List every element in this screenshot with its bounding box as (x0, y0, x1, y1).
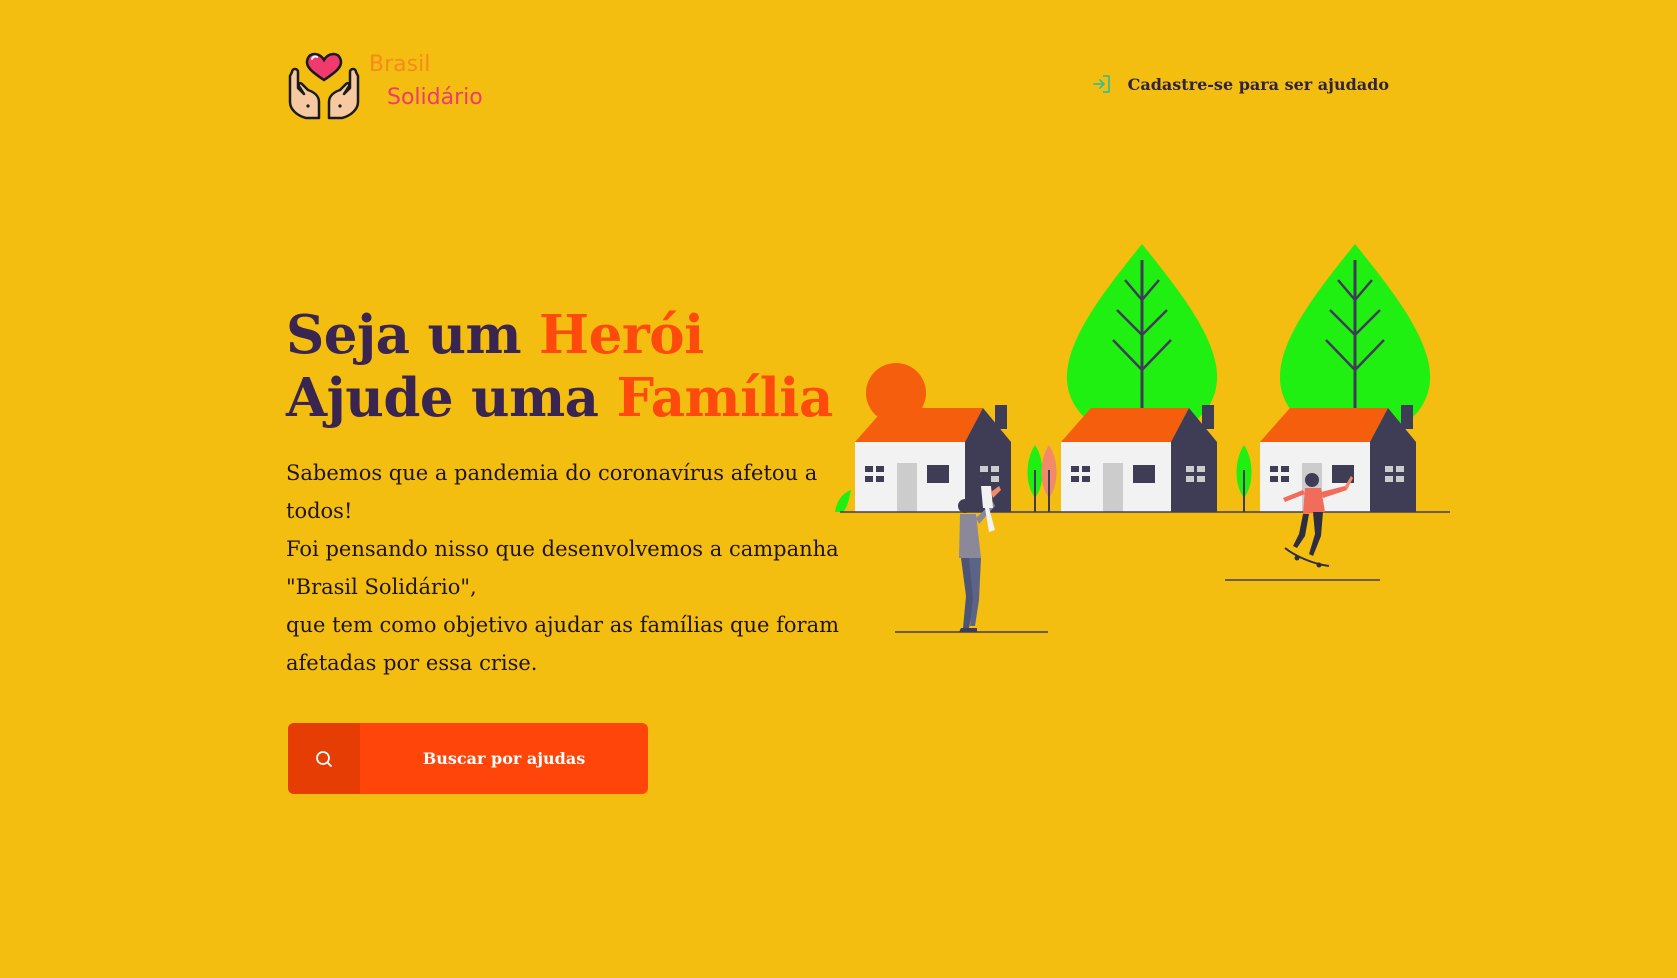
search-icon-box (288, 723, 360, 794)
hero-title-prefix-2: Ajude uma (286, 367, 617, 429)
hero-description-line: que tem como objetivo ajudar as famílias… (286, 613, 840, 675)
heart-hands-icon (288, 52, 360, 120)
hero-title-prefix-1: Seja um (286, 304, 540, 366)
hero-title-line-2: Ajude uma Família (286, 367, 833, 430)
login-arrow-icon (1092, 75, 1110, 93)
register-link[interactable]: Cadastre-se para ser ajudado (1092, 74, 1389, 94)
houses-trees-family-illustration (835, 244, 1450, 633)
house-3 (1260, 405, 1416, 512)
search-icon (316, 750, 332, 767)
hero-title: Seja um Herói Ajude uma Família (286, 304, 833, 430)
logo-text-solidario: Solidário (387, 85, 483, 110)
brand-logo[interactable]: Brasil Solidário (286, 50, 516, 122)
search-help-button-label: Buscar por ajudas (422, 749, 586, 768)
hero-description-line: Foi pensando nisso que desenvolvemos a c… (286, 537, 839, 599)
logo-text-brasil: Brasil (369, 52, 431, 77)
house-2 (1061, 405, 1217, 512)
register-link-label: Cadastre-se para ser ajudado (1127, 74, 1389, 94)
hero-title-accent-2: Família (616, 367, 833, 429)
hero-title-line-1: Seja um Herói (286, 304, 833, 367)
hero-description-line: Sabemos que a pandemia do coronavírus af… (286, 461, 818, 523)
search-help-button[interactable]: Buscar por ajudas (288, 723, 648, 794)
hero-title-accent-1: Herói (539, 304, 704, 366)
hero-description: Sabemos que a pandemia do coronavírus af… (286, 454, 846, 682)
